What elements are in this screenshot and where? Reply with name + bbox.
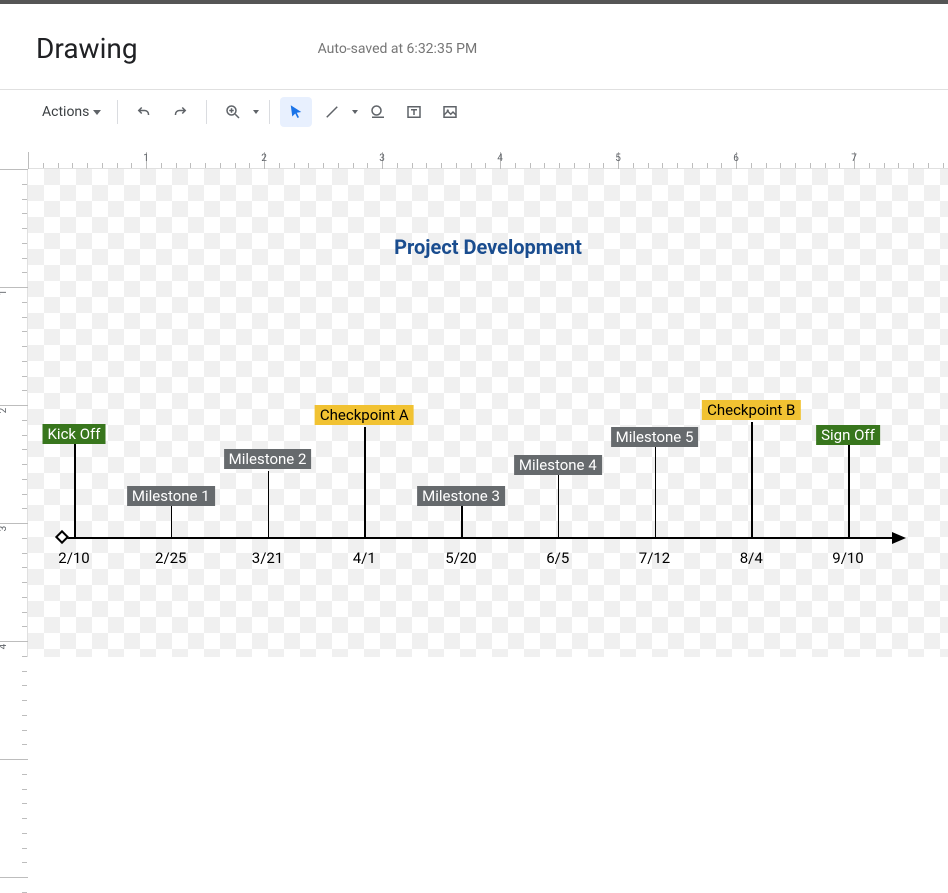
- event-label[interactable]: Milestone 3: [417, 486, 505, 506]
- event-label[interactable]: Kick Off: [43, 424, 106, 444]
- event-date[interactable]: 6/5: [546, 549, 569, 567]
- dialog-title: Drawing: [36, 32, 138, 65]
- caret-down-icon: [93, 110, 101, 115]
- textbox-icon: [405, 103, 423, 121]
- event-date[interactable]: 9/10: [832, 549, 863, 567]
- header: Drawing Auto-saved at 6:32:35 PM: [0, 4, 948, 90]
- line-tool-button[interactable]: [316, 97, 358, 127]
- redo-icon: [171, 103, 189, 121]
- event-line[interactable]: [558, 475, 560, 537]
- undo-icon: [135, 103, 153, 121]
- textbox-tool-button[interactable]: [398, 97, 430, 127]
- event-date[interactable]: 8/4: [740, 549, 763, 567]
- event-line[interactable]: [74, 444, 76, 537]
- drawing-canvas[interactable]: Project Development Kick Off 2/10 Mileston…: [28, 169, 948, 657]
- image-icon: [441, 103, 459, 121]
- event-line[interactable]: [461, 506, 463, 537]
- event-label[interactable]: Checkpoint A: [315, 405, 414, 425]
- select-tool-button[interactable]: [280, 97, 312, 127]
- image-tool-button[interactable]: [434, 97, 466, 127]
- event-line[interactable]: [848, 443, 850, 537]
- caret-down-icon: [253, 110, 259, 114]
- event-date[interactable]: 4/1: [353, 549, 376, 567]
- event-line[interactable]: [171, 506, 173, 537]
- chart-title[interactable]: Project Development: [394, 235, 582, 259]
- zoom-button[interactable]: [217, 97, 259, 127]
- timeline-axis[interactable]: [62, 537, 894, 539]
- select-icon: [287, 103, 305, 121]
- actions-menu-button[interactable]: Actions: [36, 100, 107, 124]
- separator: [117, 100, 118, 124]
- event-label[interactable]: Checkpoint B: [702, 400, 800, 420]
- event-date[interactable]: 3/21: [252, 549, 283, 567]
- redo-button[interactable]: [164, 97, 196, 127]
- event-label[interactable]: Milestone 4: [514, 455, 602, 475]
- event-date[interactable]: 7/12: [639, 549, 670, 567]
- event-line[interactable]: [655, 447, 657, 537]
- separator: [206, 100, 207, 124]
- shape-tool-button[interactable]: [362, 97, 394, 127]
- caret-down-icon: [352, 110, 358, 114]
- canvas-area: 1234567 1234 Project Development Kick Of…: [0, 152, 948, 657]
- event-line[interactable]: [268, 471, 270, 537]
- event-line[interactable]: [751, 422, 753, 537]
- actions-label: Actions: [42, 104, 89, 120]
- save-status: Auto-saved at 6:32:35 PM: [318, 41, 478, 57]
- line-icon: [323, 103, 341, 121]
- event-date[interactable]: 5/20: [445, 549, 476, 567]
- shape-icon: [369, 103, 387, 121]
- zoom-icon: [224, 103, 242, 121]
- event-label[interactable]: Milestone 1: [127, 486, 215, 506]
- axis-arrow-head[interactable]: [892, 532, 906, 544]
- separator: [269, 100, 270, 124]
- axis-start-diamond[interactable]: [55, 530, 69, 544]
- undo-button[interactable]: [128, 97, 160, 127]
- vertical-ruler[interactable]: 1234: [0, 169, 28, 657]
- event-date[interactable]: 2/25: [155, 549, 186, 567]
- event-date[interactable]: 2/10: [58, 549, 89, 567]
- event-label[interactable]: Milestone 5: [611, 427, 699, 447]
- event-label[interactable]: Milestone 2: [224, 449, 312, 469]
- horizontal-ruler[interactable]: 1234567: [28, 152, 948, 169]
- toolbar: Actions: [0, 90, 948, 134]
- event-label[interactable]: Sign Off: [816, 425, 880, 445]
- event-line[interactable]: [364, 427, 366, 537]
